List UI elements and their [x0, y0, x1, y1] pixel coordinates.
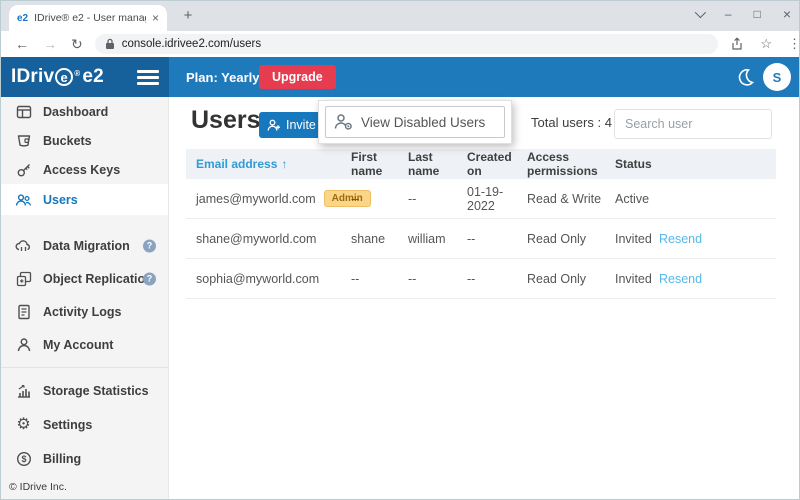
search-box [614, 109, 772, 139]
new-tab-button[interactable]: + [179, 7, 197, 24]
table-header-row: Email address ↑ First name Last name Cre… [186, 149, 776, 179]
sidebar-item-data-migration[interactable]: Data Migration ? [1, 229, 168, 262]
cloud-migration-icon [15, 237, 32, 254]
sidebar-item-my-account[interactable]: My Account [1, 328, 168, 361]
user-created-on: -- [467, 272, 527, 286]
browser-tab[interactable]: e2 IDrive® e2 - User management × [9, 5, 167, 31]
minimize-button[interactable]: – [725, 7, 732, 21]
forward-icon[interactable]: → [43, 36, 57, 52]
column-header-first-name[interactable]: First name [351, 150, 408, 178]
user-first-name: -- [351, 192, 408, 206]
column-header-access-permissions[interactable]: Access permissions [527, 150, 615, 178]
close-window-button[interactable]: × [783, 6, 791, 22]
user-status: Invited [615, 272, 659, 286]
sidebar-item-settings[interactable]: ⚙ Settings [1, 408, 168, 442]
user-access-permissions: Read Only [527, 272, 615, 286]
hamburger-menu-icon[interactable] [137, 70, 159, 88]
sidebar-item-activity-logs[interactable]: Activity Logs [1, 295, 168, 328]
dollar-circle-icon: $ [15, 451, 32, 468]
person-eye-icon [334, 113, 354, 131]
bucket-icon [15, 132, 32, 149]
sidebar-item-object-replication[interactable]: Object Replication ? [1, 262, 168, 295]
sidebar-item-access-keys[interactable]: Access Keys [1, 155, 168, 184]
column-header-email[interactable]: Email address ↑ [186, 157, 351, 171]
bookmark-star-icon[interactable]: ☆ [760, 36, 772, 52]
replication-icon [15, 270, 32, 287]
popup-label: View Disabled Users [361, 115, 485, 130]
tab-close-icon[interactable]: × [152, 11, 159, 25]
key-icon [15, 161, 32, 178]
user-access-permissions: Read Only [527, 232, 615, 246]
table-row: shane@myworld.com shane william -- Read … [186, 219, 776, 259]
url-text: console.idrivee2.com/users [122, 38, 261, 50]
browser-window: e2 IDrive® e2 - User management × + – □ … [0, 0, 800, 500]
document-icon [15, 303, 32, 320]
total-users-count: Total users : 4 [531, 115, 612, 130]
svg-text:$: $ [21, 454, 26, 464]
gear-icon: ⚙ [15, 417, 32, 434]
view-disabled-users-button[interactable]: View Disabled Users [325, 106, 505, 138]
user-access-permissions: Read & Write [527, 192, 615, 206]
page-title: Users [191, 106, 261, 135]
dark-mode-moon-icon[interactable] [736, 68, 754, 86]
help-icon[interactable]: ? [143, 239, 156, 252]
sidebar-divider [1, 367, 168, 368]
user-status: Active [615, 192, 659, 206]
resend-link[interactable]: Resend [659, 272, 776, 286]
back-icon[interactable]: ← [15, 36, 29, 52]
person-icon [15, 336, 32, 353]
column-header-created-on[interactable]: Created on [467, 150, 527, 178]
share-icon[interactable] [730, 37, 744, 51]
user-first-name: shane [351, 232, 408, 246]
invite-button[interactable]: Invite [259, 112, 326, 138]
user-last-name: william [408, 232, 467, 246]
column-header-status[interactable]: Status [615, 157, 659, 171]
sort-ascending-icon[interactable]: ↑ [281, 157, 287, 171]
reload-icon[interactable]: ↻ [71, 36, 83, 53]
user-status: Invited [615, 232, 659, 246]
address-bar[interactable]: console.idrivee2.com/users [95, 34, 719, 54]
favicon: e2 [17, 13, 28, 24]
copyright-text: © IDrive Inc. [9, 481, 67, 493]
table-row: james@myworld.com Admin -- -- 01-19-2022… [186, 179, 776, 219]
sidebar: Dashboard Buckets Access Keys Users Data… [1, 97, 169, 500]
user-email: james@myworld.com [196, 192, 316, 206]
upgrade-button[interactable]: Upgrade [259, 65, 336, 89]
user-created-on: -- [467, 232, 527, 246]
sidebar-item-users[interactable]: Users [1, 184, 168, 215]
view-disabled-users-popup: View Disabled Users [318, 100, 512, 144]
person-plus-icon [267, 119, 281, 132]
resend-link[interactable]: Resend [659, 232, 776, 246]
app-header: IDrive®e2 Plan: Yearly (1 TB) Upgrade S [1, 57, 800, 97]
table-row: sophia@myworld.com -- -- -- Read Only In… [186, 259, 776, 299]
users-icon [15, 191, 32, 208]
user-avatar[interactable]: S [763, 63, 791, 91]
main-content: Users Invite View Disabled Users Total u… [169, 97, 800, 500]
users-table: Email address ↑ First name Last name Cre… [186, 149, 776, 299]
sidebar-item-storage-statistics[interactable]: Storage Statistics [1, 374, 168, 408]
sidebar-item-billing[interactable]: $ Billing [1, 442, 168, 476]
tab-title: IDrive® e2 - User management [34, 12, 146, 24]
lock-icon [105, 38, 115, 50]
sidebar-item-dashboard[interactable]: Dashboard [1, 97, 168, 126]
bar-chart-icon [15, 383, 32, 400]
logo-zone: IDrive®e2 [1, 57, 169, 97]
browser-tab-bar: e2 IDrive® e2 - User management × + – □ … [1, 1, 800, 31]
maximize-button[interactable]: □ [754, 7, 761, 21]
search-input[interactable] [615, 117, 790, 131]
user-email: shane@myworld.com [196, 232, 316, 246]
user-last-name: -- [408, 272, 467, 286]
column-header-last-name[interactable]: Last name [408, 150, 467, 178]
user-first-name: -- [351, 272, 408, 286]
sidebar-item-buckets[interactable]: Buckets [1, 126, 168, 155]
dashboard-icon [15, 103, 32, 120]
chevron-down-icon[interactable] [695, 7, 706, 18]
browser-toolbar: ← → ↻ console.idrivee2.com/users ☆ ⋮ [1, 31, 800, 57]
user-created-on: 01-19-2022 [467, 185, 527, 213]
user-email: sophia@myworld.com [196, 272, 319, 286]
idrive-e2-logo: IDrive®e2 [11, 66, 104, 88]
user-last-name: -- [408, 192, 467, 206]
browser-menu-icon[interactable]: ⋮ [788, 36, 800, 52]
help-icon[interactable]: ? [143, 272, 156, 285]
